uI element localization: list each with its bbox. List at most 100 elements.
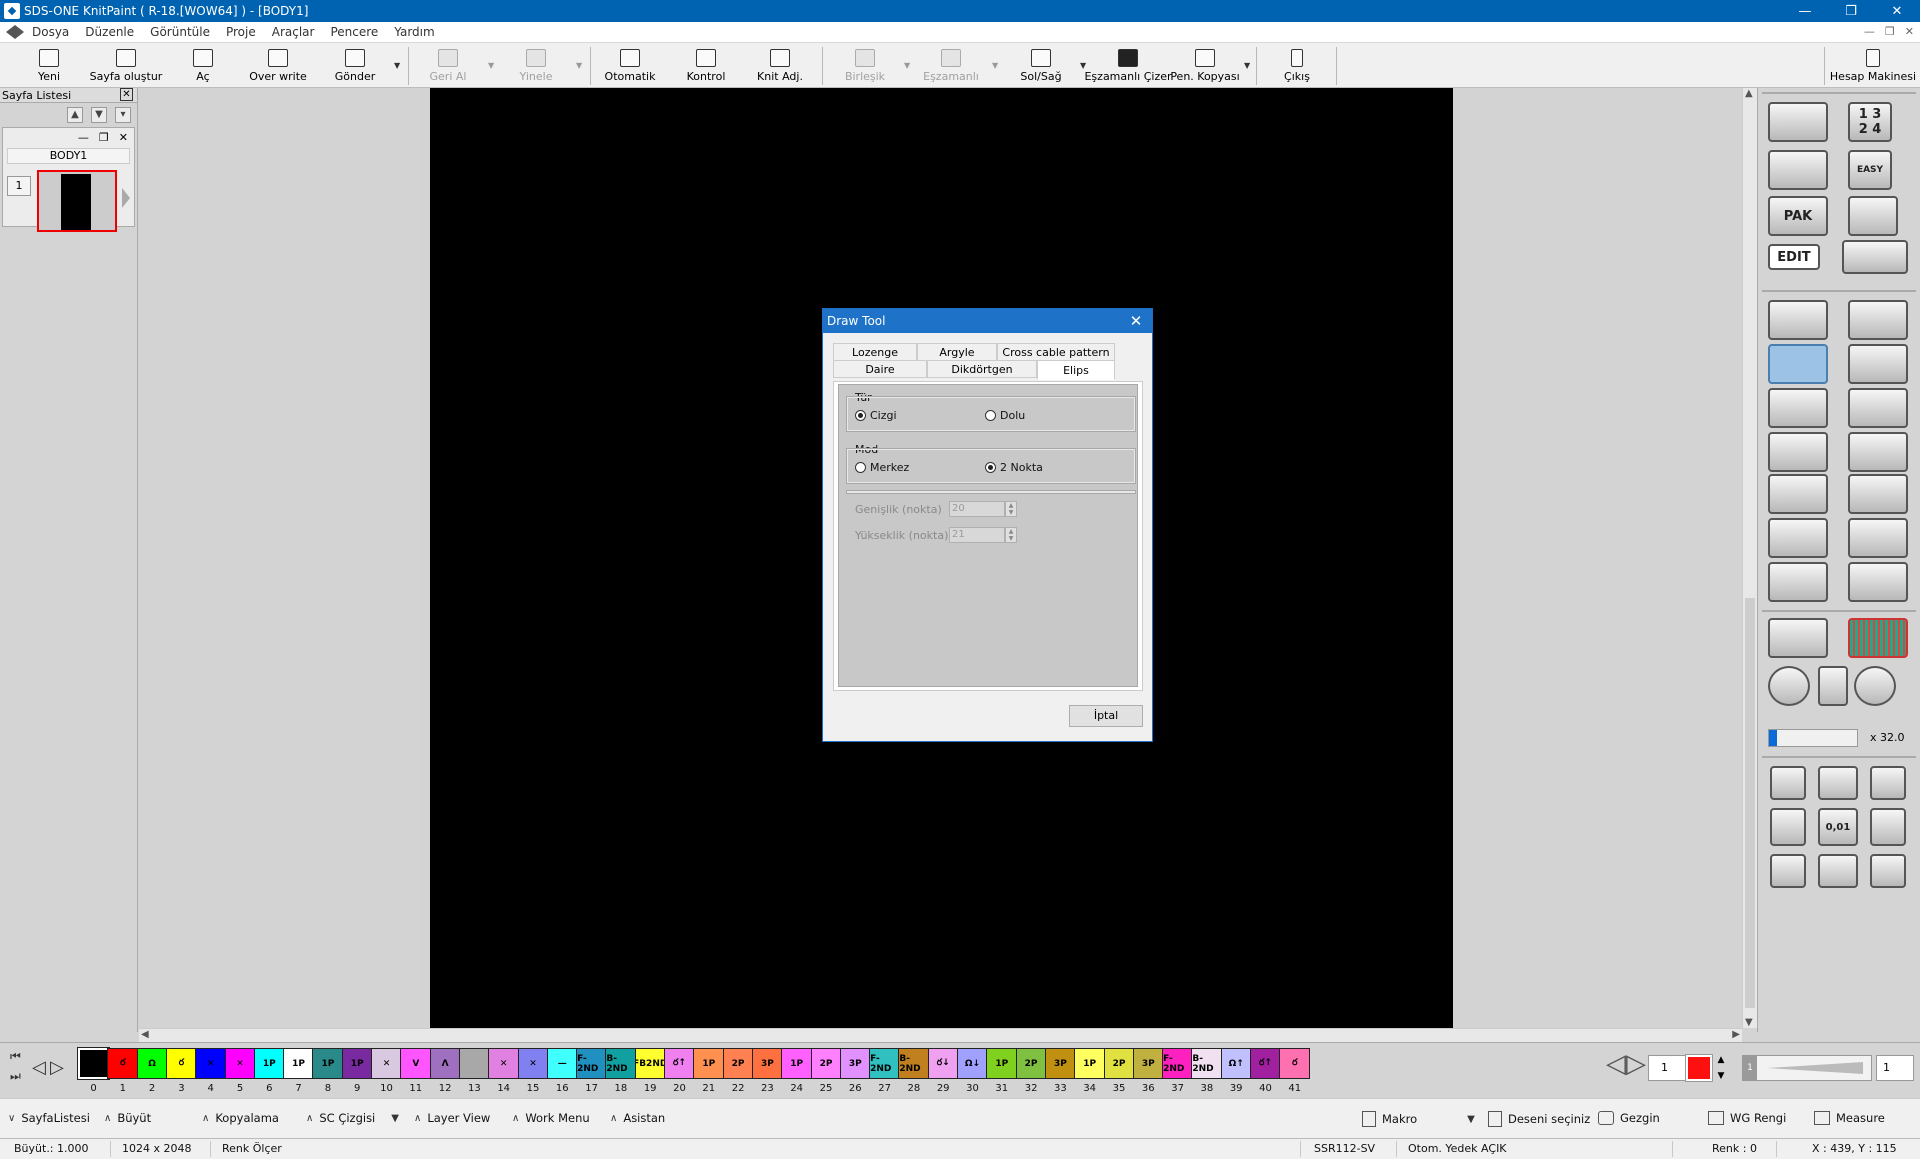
tab-dikdortgen[interactable]: Dikdörtgen bbox=[927, 360, 1037, 378]
menu-yardim[interactable]: Yardım bbox=[386, 25, 442, 39]
color-swatch[interactable]: ✕ bbox=[517, 1048, 549, 1079]
color-swatch[interactable]: Ω↑ bbox=[1220, 1048, 1252, 1079]
color-swatch[interactable]: Λ bbox=[429, 1048, 461, 1079]
erase-cross-icon[interactable] bbox=[1842, 240, 1908, 274]
undo-button[interactable]: Geri Al bbox=[428, 45, 468, 85]
left-right-dropdown-icon[interactable]: ▼ bbox=[1080, 61, 1086, 70]
palette-next-icon[interactable]: ▷ bbox=[50, 1057, 64, 1078]
menu-pencere[interactable]: Pencere bbox=[322, 25, 386, 39]
scroll-left-icon[interactable]: ◀ bbox=[141, 1029, 149, 1040]
paint-tool-icon[interactable] bbox=[1768, 102, 1828, 142]
layer-view-toggle[interactable]: ∧ Layer View bbox=[414, 1111, 490, 1125]
color-swatch[interactable]: ✕ bbox=[371, 1048, 402, 1079]
color-swatch[interactable]: F-2ND bbox=[869, 1048, 901, 1079]
redo-dropdown-icon[interactable]: ▼ bbox=[576, 61, 582, 70]
tab-argyle[interactable]: Argyle bbox=[917, 343, 997, 361]
color-swatch[interactable]: ✕ bbox=[195, 1048, 227, 1079]
color-swatch[interactable]: 1P bbox=[283, 1048, 315, 1079]
simultaneous-draw-button[interactable]: Eşzamanlı Çizer bbox=[1084, 45, 1172, 85]
menu-proje[interactable]: Proje bbox=[218, 25, 264, 39]
color-swatch[interactable]: 3P bbox=[839, 1048, 871, 1079]
text-draw-icon[interactable] bbox=[1768, 300, 1828, 340]
assistant-toggle[interactable]: ∧ Asistan bbox=[610, 1111, 665, 1125]
stairs-icon[interactable] bbox=[1848, 388, 1908, 428]
arrow-up-left-icon[interactable] bbox=[1770, 766, 1806, 800]
color-swatch[interactable]: ✕ bbox=[224, 1048, 256, 1079]
page-restore-icon[interactable]: ❐ bbox=[99, 131, 109, 144]
size-slider[interactable]: 1 bbox=[1742, 1055, 1872, 1081]
expand-arrow-icon[interactable] bbox=[122, 188, 130, 208]
close-panel-icon[interactable]: ✕ bbox=[120, 88, 133, 101]
arrow-right-icon[interactable] bbox=[1870, 808, 1906, 846]
resize-icon[interactable] bbox=[1848, 344, 1908, 384]
simultaneous-dropdown-icon[interactable]: ▼ bbox=[992, 61, 998, 70]
combined-dropdown-icon[interactable]: ▼ bbox=[904, 61, 910, 70]
scroll-right-icon[interactable]: ▶ bbox=[1732, 1029, 1740, 1040]
knit-adj-button[interactable]: Knit Adj. bbox=[756, 45, 804, 85]
palette-prev-icon[interactable]: ◁ bbox=[32, 1057, 46, 1078]
move-center-icon[interactable]: 0,01 bbox=[1818, 808, 1858, 846]
palette-scroll-icon[interactable]: ◁▷ bbox=[1606, 1049, 1646, 1079]
close-window-button[interactable]: ✕ bbox=[1874, 0, 1920, 22]
calculator-button[interactable]: Hesap Makinesi bbox=[1830, 45, 1916, 85]
palette-last-icon[interactable]: ⏭ bbox=[10, 1069, 21, 1084]
easy-icon[interactable]: EASY bbox=[1848, 150, 1892, 190]
page-number[interactable]: 1 bbox=[7, 176, 31, 196]
scroll-down-icon[interactable]: ▼ bbox=[1745, 1017, 1753, 1028]
eraser-icon[interactable] bbox=[1848, 562, 1908, 602]
color-swatch[interactable]: FB2ND bbox=[634, 1048, 666, 1079]
tab-cross-cable[interactable]: Cross cable pattern bbox=[997, 343, 1115, 361]
edit-button[interactable]: EDIT bbox=[1768, 244, 1820, 270]
color-swatch[interactable]: ✕ bbox=[488, 1048, 520, 1079]
arrow-up-icon[interactable] bbox=[1818, 766, 1858, 800]
menu-araclar[interactable]: Araçlar bbox=[264, 25, 323, 39]
color-swatch[interactable]: ర bbox=[107, 1048, 139, 1079]
color-spinner[interactable]: ▲ ▼ bbox=[1712, 1055, 1730, 1081]
dialog-close-icon[interactable]: ✕ bbox=[1126, 311, 1146, 331]
undo-dropdown-icon[interactable]: ▼ bbox=[488, 61, 494, 70]
left-right-button[interactable]: Sol/Sağ bbox=[1018, 45, 1064, 85]
grid-select-icon[interactable] bbox=[1848, 474, 1908, 514]
frame-icon[interactable] bbox=[1768, 562, 1828, 602]
vertical-scrollbar[interactable]: ▲ ▼ bbox=[1742, 88, 1757, 1028]
color-swatch[interactable]: 1P bbox=[341, 1048, 373, 1079]
move-down-icon[interactable]: ▼ bbox=[91, 107, 107, 123]
color-swatch[interactable]: B-2ND bbox=[605, 1048, 637, 1079]
navigator-button[interactable]: Gezgin bbox=[1598, 1111, 1660, 1125]
auto-button[interactable]: Otomatik bbox=[604, 45, 656, 85]
dropdown-icon[interactable]: ▼ bbox=[391, 1113, 399, 1124]
create-page-button[interactable]: Sayfa oluştur bbox=[88, 45, 164, 85]
arrow-down-right-icon[interactable] bbox=[1870, 854, 1906, 888]
mode-center-radio[interactable]: Merkez bbox=[855, 461, 909, 474]
scroll-up-icon[interactable]: ▲ bbox=[1745, 88, 1753, 99]
hand-icon[interactable] bbox=[1768, 618, 1828, 658]
freehand-line-icon[interactable] bbox=[1848, 300, 1908, 340]
height-input[interactable]: 21 bbox=[949, 527, 1005, 543]
mdi-restore-icon[interactable]: ❐ bbox=[1885, 25, 1895, 38]
mode-two-point-radio[interactable]: 2 Nokta bbox=[985, 461, 1043, 474]
check-button[interactable]: Kontrol bbox=[684, 45, 728, 85]
size-value[interactable]: 1 bbox=[1876, 1055, 1914, 1081]
app-menu-icon[interactable] bbox=[6, 25, 24, 39]
color-swatch[interactable]: B-2ND bbox=[1191, 1048, 1223, 1079]
color-swatch[interactable] bbox=[77, 1047, 110, 1080]
machine-icon[interactable] bbox=[1768, 150, 1828, 190]
arrow-down-left-icon[interactable] bbox=[1770, 854, 1806, 888]
menu-duzenle[interactable]: Düzenle bbox=[77, 25, 142, 39]
palette-first-icon[interactable]: ⏮ bbox=[10, 1049, 21, 1064]
color-swatch[interactable]: V bbox=[400, 1048, 432, 1079]
tab-elips[interactable]: Elips bbox=[1037, 360, 1115, 380]
work-menu-toggle[interactable]: ∧ Work Menu bbox=[512, 1111, 590, 1125]
type-fill-radio[interactable]: Dolu bbox=[985, 409, 1025, 422]
color-swatch[interactable]: B-2ND bbox=[898, 1048, 930, 1079]
arrow-up-right-icon[interactable] bbox=[1870, 766, 1906, 800]
color-swatch[interactable]: — bbox=[546, 1048, 578, 1079]
pan-vertical-icon[interactable] bbox=[1818, 666, 1848, 706]
simultaneous-button[interactable]: Eşzamanlı bbox=[922, 45, 980, 85]
exit-button[interactable]: Çıkış bbox=[1282, 45, 1312, 85]
page-close-icon[interactable]: ✕ bbox=[119, 131, 128, 144]
send-dropdown-icon[interactable]: ▼ bbox=[394, 61, 400, 70]
tab-daire[interactable]: Daire bbox=[833, 360, 927, 378]
move-block-icon[interactable] bbox=[1768, 432, 1828, 472]
color-swatch[interactable]: 3P bbox=[1132, 1048, 1164, 1079]
